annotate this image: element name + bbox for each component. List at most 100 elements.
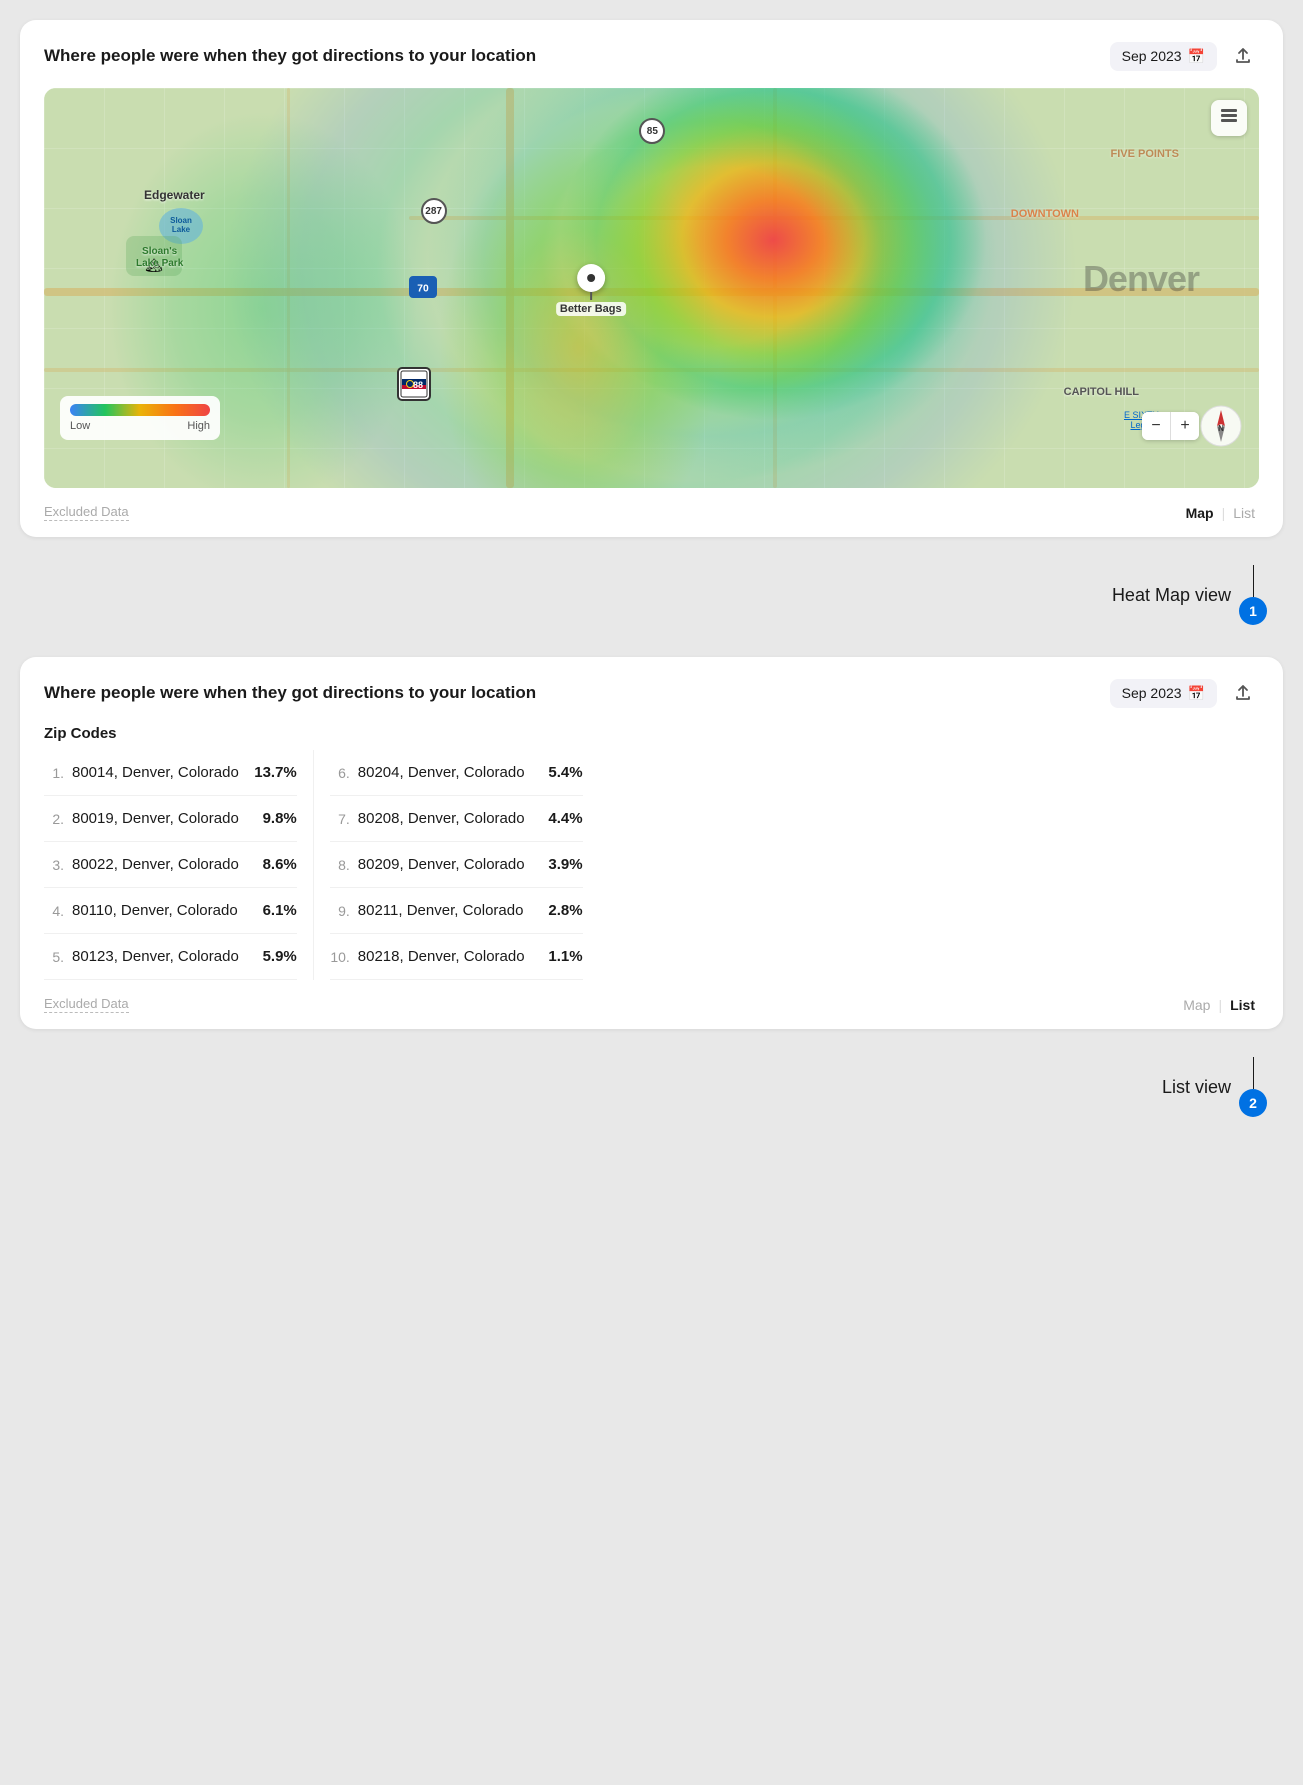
zip-name: 80123, Denver, Colorado <box>72 948 239 965</box>
downtown-label: DOWNTOWN <box>1011 208 1079 220</box>
card1-title: Where people were when they got directio… <box>44 46 1110 66</box>
zoom-out-button[interactable]: − <box>1142 412 1170 440</box>
zip-rank: 4. <box>44 903 64 919</box>
zip-name: 80014, Denver, Colorado <box>72 764 239 781</box>
card2-export-icon <box>1233 683 1253 703</box>
heatmap-left-zone <box>44 88 1259 488</box>
card1-excluded-data[interactable]: Excluded Data <box>44 504 129 521</box>
zoom-in-button[interactable]: + <box>1171 412 1199 440</box>
zip-pct: 1.1% <box>533 948 583 965</box>
zip-list-item: 5. 80123, Denver, Colorado 5.9% <box>44 934 297 980</box>
zip-rank: 8. <box>330 857 350 873</box>
export-icon <box>1233 46 1253 66</box>
five-points-label: FIVE POINTS <box>1111 148 1179 160</box>
card2-date-picker[interactable]: Sep 2023 📅 <box>1110 679 1217 708</box>
zip-rank: 2. <box>44 811 64 827</box>
pin-label: Better Bags <box>556 302 626 316</box>
pin-circle <box>577 264 605 292</box>
zip-name: 80209, Denver, Colorado <box>358 856 525 873</box>
card2-list-view-button[interactable]: List <box>1226 997 1259 1013</box>
listview-callout-label: List view <box>1162 1077 1231 1098</box>
svg-text:88: 88 <box>413 380 423 390</box>
heatmap-callout-label: Heat Map view <box>1112 585 1231 606</box>
zip-list-item: 8. 80209, Denver, Colorado 3.9% <box>330 842 583 888</box>
card1-footer: Excluded Data Map | List <box>44 500 1259 521</box>
map-layer-button[interactable] <box>1211 100 1247 136</box>
map-compass: N <box>1199 404 1243 448</box>
zip-name: 80019, Denver, Colorado <box>72 810 239 827</box>
zip-pct: 3.9% <box>533 856 583 873</box>
zip-codes-heading: Zip Codes <box>44 725 1259 742</box>
zip-pct: 2.8% <box>533 902 583 919</box>
card2-controls: Sep 2023 📅 <box>1110 677 1259 709</box>
route-70: 70 <box>409 276 437 298</box>
zip-rank: 1. <box>44 765 64 781</box>
zip-list-item: 9. 80211, Denver, Colorado 2.8% <box>330 888 583 934</box>
edgewater-label: Edgewater <box>144 188 205 202</box>
heatmap-legend: Low High <box>60 396 220 440</box>
card1-date-label: Sep 2023 <box>1122 48 1182 64</box>
card2-export-button[interactable] <box>1227 677 1259 709</box>
sloans-lake-park-label: Sloan'sLake Park <box>136 246 183 270</box>
route-88: 88 <box>396 366 432 407</box>
card1-annotation: Heat Map view 1 <box>20 561 1283 633</box>
card1-header: Where people were when they got directio… <box>44 40 1259 72</box>
zip-list-item: 1. 80014, Denver, Colorado 13.7% <box>44 750 297 796</box>
heatmap-map[interactable]: SloanLake 🏔 Edgewater Sloan'sLake Park D… <box>44 88 1259 488</box>
zip-pct: 8.6% <box>247 856 297 873</box>
card2-footer: Excluded Data Map | List <box>44 992 1259 1013</box>
zip-name: 80204, Denver, Colorado <box>358 764 525 781</box>
map-view-button[interactable]: Map <box>1182 505 1218 521</box>
legend-labels: Low High <box>70 420 210 432</box>
zip-name: 80110, Denver, Colorado <box>72 902 239 919</box>
capitol-hill-label: CAPITOL HILL <box>1064 386 1139 398</box>
callout-line-2 <box>1253 1057 1254 1089</box>
card2-annotation: List view 2 <box>20 1053 1283 1125</box>
card2-calendar-icon: 📅 <box>1188 685 1205 702</box>
map-zoom-controls: − + <box>1142 412 1199 440</box>
zip-list-item: 2. 80019, Denver, Colorado 9.8% <box>44 796 297 842</box>
card2-toggle-divider: | <box>1218 997 1222 1013</box>
pin-dot <box>587 274 595 282</box>
card2-excluded-data[interactable]: Excluded Data <box>44 996 129 1013</box>
pin-tail <box>590 292 592 300</box>
route-287: 287 <box>421 198 447 224</box>
list-card: Where people were when they got directio… <box>20 657 1283 1029</box>
zip-name: 80022, Denver, Colorado <box>72 856 239 873</box>
denver-label: Denver <box>1083 258 1199 300</box>
col-divider <box>313 750 314 980</box>
card2-view-toggle: Map | List <box>1179 997 1259 1013</box>
card2-date-label: Sep 2023 <box>1122 685 1182 701</box>
svg-text:70: 70 <box>417 283 429 294</box>
svg-text:N: N <box>1218 424 1224 433</box>
zip-name: 80211, Denver, Colorado <box>358 902 525 919</box>
zip-pct: 5.4% <box>533 764 583 781</box>
zip-list-item: 10. 80218, Denver, Colorado 1.1% <box>330 934 583 980</box>
zip-list-grid: 1. 80014, Denver, Colorado 13.7% 2. 8001… <box>44 750 1259 980</box>
card2-map-view-button[interactable]: Map <box>1179 997 1214 1013</box>
card1-date-picker[interactable]: Sep 2023 📅 <box>1110 42 1217 71</box>
zip-list-item: 6. 80204, Denver, Colorado 5.4% <box>330 750 583 796</box>
card1-export-button[interactable] <box>1227 40 1259 72</box>
zip-list-item: 3. 80022, Denver, Colorado 8.6% <box>44 842 297 888</box>
zip-list-item: 4. 80110, Denver, Colorado 6.1% <box>44 888 297 934</box>
legend-low: Low <box>70 420 90 432</box>
zip-rank: 9. <box>330 903 350 919</box>
list-view-button[interactable]: List <box>1229 505 1259 521</box>
zip-list-left: 1. 80014, Denver, Colorado 13.7% 2. 8001… <box>44 750 297 980</box>
map-background: SloanLake 🏔 Edgewater Sloan'sLake Park D… <box>44 88 1259 488</box>
zip-pct: 4.4% <box>533 810 583 827</box>
heatmap-callout: Heat Map view 1 <box>1112 565 1275 625</box>
zip-rank: 7. <box>330 811 350 827</box>
listview-badge: 2 <box>1239 1089 1267 1117</box>
toggle-divider: | <box>1222 505 1226 521</box>
heatmap-badge: 1 <box>1239 597 1267 625</box>
legend-gradient <box>70 404 210 416</box>
heatmap-card: Where people were when they got directio… <box>20 20 1283 537</box>
map-pin: Better Bags <box>556 264 626 316</box>
zip-pct: 9.8% <box>247 810 297 827</box>
callout-line-1 <box>1253 565 1254 597</box>
card1-controls: Sep 2023 📅 <box>1110 40 1259 72</box>
zip-rank: 5. <box>44 949 64 965</box>
zip-rank: 3. <box>44 857 64 873</box>
